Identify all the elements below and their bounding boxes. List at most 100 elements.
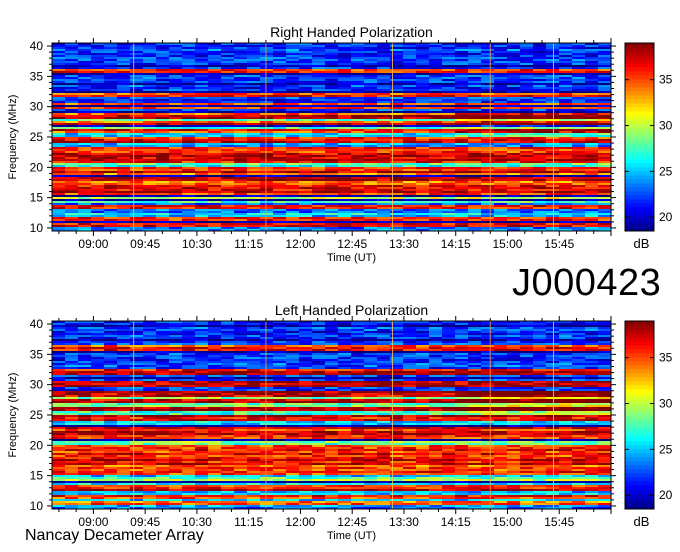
spectrogram-cell xyxy=(312,173,326,175)
spectrogram-cell xyxy=(494,205,508,207)
spectrogram-cell xyxy=(559,327,573,329)
spectrogram-cell xyxy=(234,223,248,225)
spectrogram-cell xyxy=(312,207,326,209)
spectrogram-cell xyxy=(559,215,573,217)
spectrogram-cell xyxy=(572,211,586,213)
spectrogram-cell xyxy=(403,155,417,157)
spectrogram-cell xyxy=(65,343,79,345)
colorbar-segment xyxy=(625,195,654,200)
spectrogram-cell xyxy=(533,125,547,127)
spectrogram-cell xyxy=(429,171,443,173)
spectrogram-cell xyxy=(429,225,443,227)
spectrogram-cell xyxy=(117,347,131,349)
spectrogram-cell xyxy=(104,87,118,89)
spectrogram-cell xyxy=(104,179,118,181)
spectrogram-cell xyxy=(117,135,131,137)
spectrogram-cell xyxy=(260,213,274,215)
spectrogram-cell xyxy=(182,339,196,341)
spectrogram-cell xyxy=(299,45,313,47)
spectrogram-cell xyxy=(377,137,391,139)
spectrogram-cell xyxy=(117,147,131,149)
spectrogram-cell xyxy=(221,75,235,77)
spectrogram-cell xyxy=(351,191,365,193)
spectrogram-cell xyxy=(130,97,144,99)
spectrogram-cell xyxy=(572,161,586,163)
spectrogram-cell xyxy=(403,351,417,353)
spectrogram-cell xyxy=(273,185,287,187)
colorbar-segment xyxy=(625,59,654,64)
spectrogram-cell xyxy=(507,103,521,105)
spectrogram-cell xyxy=(598,161,612,163)
spectrogram-cell xyxy=(351,131,365,133)
spectrogram-cell xyxy=(481,191,495,193)
spectrogram-cell xyxy=(429,329,443,331)
spectrogram-cell xyxy=(442,211,456,213)
spectrogram-cell xyxy=(416,217,430,219)
spectrogram-cell xyxy=(117,179,131,181)
spectrogram-cell xyxy=(481,125,495,127)
spectrogram-cell xyxy=(286,189,300,191)
spectrogram-cell xyxy=(91,65,105,67)
spectrogram-cell xyxy=(65,83,79,85)
spectrogram-cell xyxy=(312,181,326,183)
spectrogram-cell xyxy=(351,83,365,85)
spectrogram-cell xyxy=(312,171,326,173)
spectrogram-cell xyxy=(117,145,131,147)
spectrogram-cell xyxy=(481,175,495,177)
spectrogram-cell xyxy=(377,201,391,203)
spectrogram-cell xyxy=(598,171,612,173)
spectrogram-cell xyxy=(494,109,508,111)
spectrogram-cell xyxy=(585,351,599,353)
spectrogram-cell xyxy=(260,57,274,59)
spectrogram-cell xyxy=(403,213,417,215)
spectrogram-cell xyxy=(585,353,599,355)
spectrogram-cell xyxy=(598,337,612,339)
spectrogram-cell xyxy=(117,69,131,71)
spectrogram-cell xyxy=(416,191,430,193)
spectrogram-cell xyxy=(546,59,560,61)
spectrogram-cell xyxy=(494,113,508,115)
spectrogram-cell xyxy=(208,95,222,97)
spectrogram-cell xyxy=(494,169,508,171)
spectrogram-cell xyxy=(559,337,573,339)
spectrogram-cell xyxy=(312,85,326,87)
spectrogram-cell xyxy=(559,57,573,59)
spectrogram-cell xyxy=(546,61,560,63)
spectrogram-cell xyxy=(546,139,560,141)
spectrogram-cell xyxy=(351,215,365,217)
spectrogram-cell xyxy=(117,343,131,345)
spectrogram-cell xyxy=(442,195,456,197)
spectrogram-cell xyxy=(195,77,209,79)
spectrogram-cell xyxy=(208,325,222,327)
spectrogram-cell xyxy=(377,213,391,215)
spectrogram-cell xyxy=(533,183,547,185)
spectrogram-cell xyxy=(520,81,534,83)
spectrogram-cell xyxy=(507,149,521,151)
spectrogram-cell xyxy=(182,125,196,127)
spectrogram-cell xyxy=(182,113,196,115)
spectrogram-cell xyxy=(195,337,209,339)
spectrogram-cell xyxy=(533,65,547,67)
spectrogram-cell xyxy=(338,123,352,125)
spectrogram-cell xyxy=(325,181,339,183)
spectrogram-cell xyxy=(598,155,612,157)
spectrogram-cell xyxy=(507,133,521,135)
spectrogram-cell xyxy=(494,197,508,199)
spectrogram-cell xyxy=(78,69,92,71)
spectrogram-cell xyxy=(429,175,443,177)
spectrogram-cell xyxy=(416,91,430,93)
spectrogram-cell xyxy=(247,83,261,85)
spectrogram-cell xyxy=(104,103,118,105)
spectrogram-cell xyxy=(468,171,482,173)
spectrogram-cell xyxy=(117,151,131,153)
spectrogram-cell xyxy=(260,343,274,345)
spectrogram-cell xyxy=(598,333,612,335)
spectrogram-cell xyxy=(117,219,131,221)
spectrogram-cell xyxy=(195,331,209,333)
spectrogram-cell xyxy=(520,113,534,115)
spectrogram-cell xyxy=(78,131,92,133)
spectrogram-cell xyxy=(338,343,352,345)
spectrogram-cell xyxy=(195,115,209,117)
spectrogram-cell xyxy=(364,89,378,91)
spectrogram-cell xyxy=(312,71,326,73)
